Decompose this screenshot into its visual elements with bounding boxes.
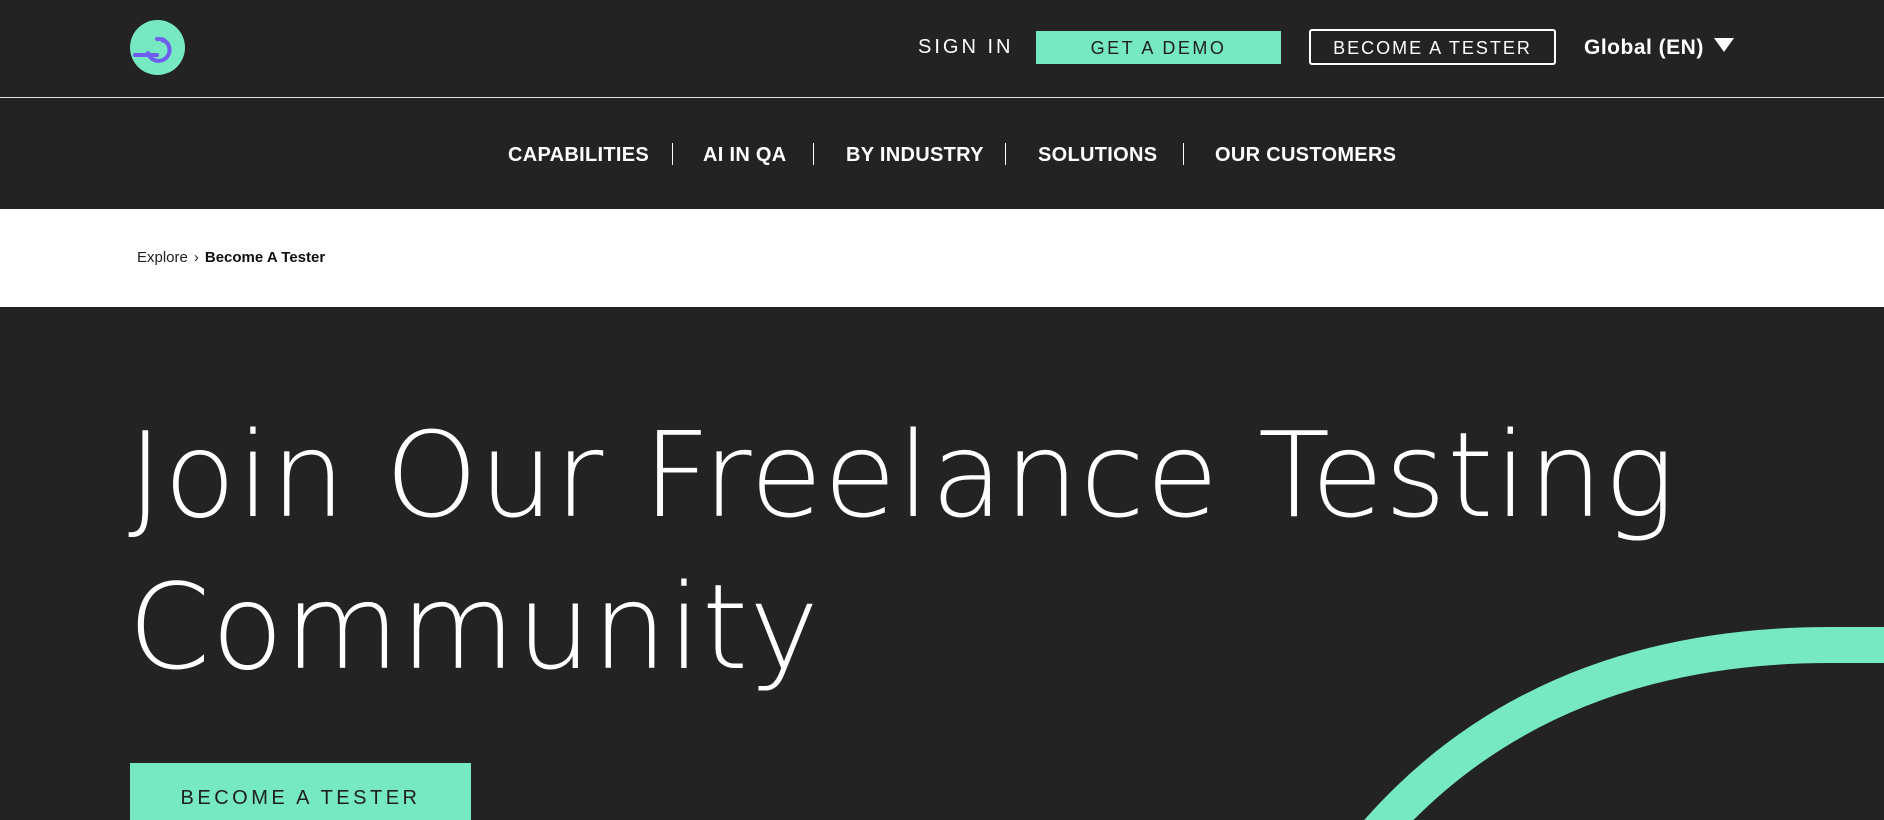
nav-divider xyxy=(813,143,814,165)
become-a-tester-header-button[interactable]: BECOME A TESTER xyxy=(1309,29,1556,65)
logo-mark-icon xyxy=(133,36,172,63)
hero-section: Join Our Freelance Testing Community BEC… xyxy=(0,307,1884,820)
top-header: SIGN IN GET A DEMO BECOME A TESTER Globa… xyxy=(0,0,1884,98)
nav-item-our-customers[interactable]: OUR CUSTOMERS xyxy=(1215,143,1396,167)
hero-title-line-1: Join Our Freelance Testing xyxy=(128,406,1676,544)
nav-item-solutions[interactable]: SOLUTIONS xyxy=(1038,143,1157,167)
breadcrumb-separator: › xyxy=(193,249,199,266)
hero-title: Join Our Freelance Testing Community xyxy=(128,399,1868,703)
get-a-demo-button[interactable]: GET A DEMO xyxy=(1036,31,1281,64)
breadcrumb: Explore › Become A Tester xyxy=(137,249,325,267)
breadcrumb-current: Become A Tester xyxy=(204,249,326,266)
nav-divider xyxy=(1005,143,1006,165)
nav-divider xyxy=(1183,143,1184,165)
language-label: Global (EN) xyxy=(1584,36,1704,59)
nav-item-ai-in-qa[interactable]: AI IN QA xyxy=(703,143,787,167)
nav-item-capabilities[interactable]: CAPABILITIES xyxy=(508,143,649,167)
become-a-tester-hero-button[interactable]: BECOME A TESTER xyxy=(130,763,471,820)
nav-divider xyxy=(672,143,673,165)
logo-icon[interactable] xyxy=(130,20,185,75)
hero-title-line-2: Community xyxy=(128,558,820,696)
nav-item-by-industry[interactable]: BY INDUSTRY xyxy=(846,143,984,167)
sign-in-link[interactable]: SIGN IN xyxy=(918,34,1013,60)
breadcrumb-explore-link[interactable]: Explore xyxy=(137,249,188,266)
main-navigation: CAPABILITIES AI IN QA BY INDUSTRY SOLUTI… xyxy=(0,99,1884,209)
breadcrumb-bar: Explore › Become A Tester xyxy=(0,209,1884,307)
caret-down-icon xyxy=(1713,38,1734,52)
language-selector[interactable]: Global (EN) xyxy=(1584,34,1734,62)
